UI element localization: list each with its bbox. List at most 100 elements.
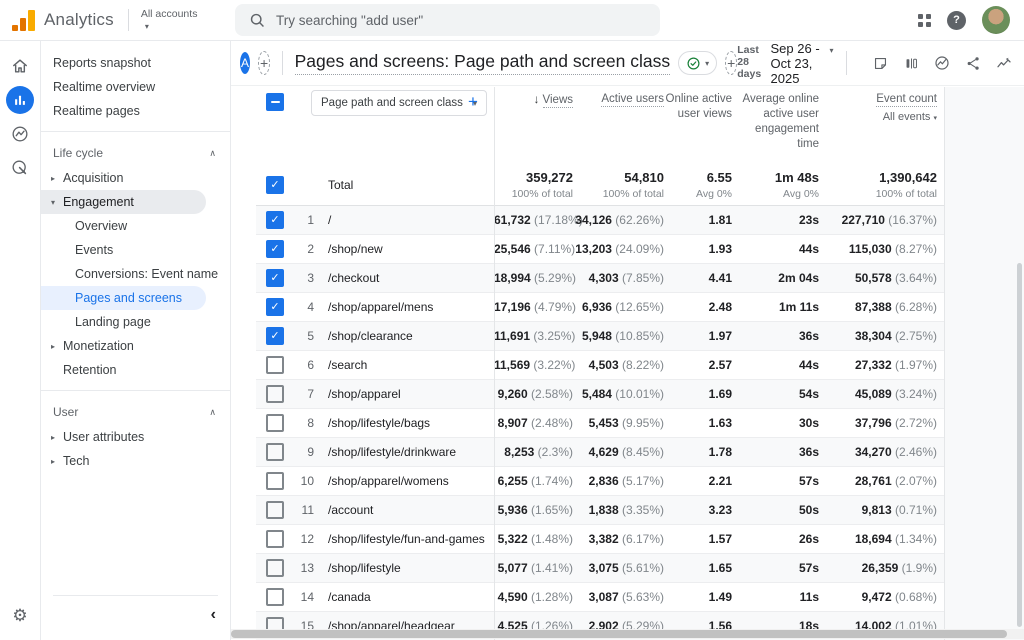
event-filter-dropdown[interactable]: All events ▾	[819, 110, 937, 126]
expand-arrow-icon[interactable]: ▸	[48, 433, 58, 442]
collapse-chevron-icon: ∧	[209, 407, 216, 418]
add-comparison-icon[interactable]: +	[725, 51, 737, 75]
table-row[interactable]: 11 /account 5,936 (1.65%) 1,838 (3.35%) …	[256, 496, 944, 525]
sidebar-item-events[interactable]: Events	[41, 238, 230, 262]
row-checkbox[interactable]	[266, 588, 284, 606]
row-checkbox[interactable]	[266, 385, 284, 403]
table-row[interactable]: 9 /shop/lifestyle/drinkware 8,253 (2.3%)…	[256, 438, 944, 467]
sidebar-item-realtime-pages[interactable]: Realtime pages	[41, 99, 230, 123]
table-right-border	[944, 87, 945, 640]
table-row[interactable]: 10 /shop/apparel/womens 6,255 (1.74%) 2,…	[256, 467, 944, 496]
report-toolbar	[870, 53, 1024, 73]
analytics-logo-icon	[12, 9, 35, 31]
table-row[interactable]: 4 /shop/apparel/mens 17,196 (4.79%) 6,93…	[256, 293, 944, 322]
expand-arrow-icon[interactable]: ▸	[48, 457, 58, 466]
sidebar-item-life-cycle[interactable]: Life cycle ∧	[41, 140, 230, 166]
add-property-icon[interactable]: +	[258, 51, 270, 75]
row-checkbox[interactable]	[266, 327, 284, 345]
verified-badge[interactable]: ▾	[678, 51, 717, 75]
sidebar-item-tech[interactable]: ▸ Tech	[41, 449, 230, 473]
divider	[128, 9, 129, 31]
apps-grid-icon[interactable]	[918, 14, 931, 27]
row-checkbox[interactable]	[266, 298, 284, 316]
property-avatar[interactable]: A	[240, 52, 250, 74]
row-page-path: /shop/apparel/womens	[314, 474, 494, 488]
sidebar-item-monetization[interactable]: ▸ Monetization	[41, 334, 230, 358]
column-header-active-users[interactable]: Active users	[573, 92, 664, 152]
column-headers: ↓Views Active users Online active user v…	[256, 92, 944, 152]
row-checkbox[interactable]	[266, 501, 284, 519]
table-row[interactable]: 2 /shop/new 25,546 (7.11%) 13,203 (24.09…	[256, 235, 944, 264]
row-rank: 6	[292, 358, 314, 372]
share-icon[interactable]	[963, 53, 983, 73]
row-rank: 2	[292, 242, 314, 256]
table-row[interactable]: 8 /shop/lifestyle/bags 8,907 (2.48%) 5,4…	[256, 409, 944, 438]
search-icon	[249, 12, 266, 29]
expand-arrow-icon[interactable]: ▸	[48, 174, 58, 183]
sidebar-item-pages-and-screens[interactable]: Pages and screens	[41, 286, 206, 310]
row-checkbox[interactable]	[266, 211, 284, 229]
row-rank: 7	[292, 387, 314, 401]
reports-icon[interactable]	[0, 83, 40, 117]
row-checkbox[interactable]	[266, 240, 284, 258]
totals-label: Total	[314, 178, 494, 192]
sidebar-item-overview[interactable]: Overview	[41, 214, 230, 238]
customize-report-icon[interactable]	[994, 53, 1014, 73]
notes-icon[interactable]	[870, 53, 890, 73]
column-header-avg-engagement-time[interactable]: Average online active user engagement ti…	[732, 92, 819, 152]
row-page-path: /	[314, 213, 494, 227]
collapse-sidebar-icon[interactable]: ‹	[211, 606, 216, 624]
sidebar-item-landing-page[interactable]: Landing page	[41, 310, 230, 334]
expand-arrow-icon[interactable]: ▸	[48, 342, 58, 351]
column-header-event-count[interactable]: Event count All events ▾	[819, 92, 937, 152]
sidebar-item-user-attributes[interactable]: ▸ User attributes	[41, 425, 230, 449]
sidebar-item-realtime-overview[interactable]: Realtime overview	[41, 75, 230, 99]
row-checkbox[interactable]	[266, 356, 284, 374]
row-checkbox[interactable]	[266, 530, 284, 548]
account-switcher[interactable]: All accounts ▾	[141, 9, 198, 32]
search-input[interactable]: Try searching "add user"	[235, 4, 660, 36]
home-icon[interactable]	[0, 49, 40, 83]
row-checkbox[interactable]	[266, 443, 284, 461]
sidebar-item-user[interactable]: User ∧	[41, 399, 230, 425]
horizontal-scrollbar[interactable]	[231, 630, 1007, 638]
column-header-views[interactable]: ↓Views	[494, 92, 573, 152]
sidebar-item-acquisition[interactable]: ▸ Acquisition	[41, 166, 230, 190]
row-rank: 3	[292, 271, 314, 285]
table-row[interactable]: 3 /checkout 18,994 (5.29%) 4,303 (7.85%)…	[256, 264, 944, 293]
user-avatar[interactable]	[982, 6, 1010, 34]
table-row[interactable]: 7 /shop/apparel 9,260 (2.58%) 5,484 (10.…	[256, 380, 944, 409]
sidebar-item-conversions-event-name[interactable]: Conversions: Event name	[41, 262, 230, 286]
totals-row: Total 359,272100% of total 54,810100% of…	[256, 165, 944, 206]
help-icon[interactable]: ?	[947, 11, 966, 30]
admin-gear-icon[interactable]: ⚙	[0, 606, 40, 626]
report-title[interactable]: Pages and screens: Page path and screen …	[295, 51, 671, 75]
totals-checkbox[interactable]	[266, 176, 284, 194]
sidebar-item-engagement[interactable]: ▾ Engagement	[41, 190, 206, 214]
vertical-scrollbar[interactable]	[1017, 263, 1022, 627]
sidebar-item-retention[interactable]: Retention	[41, 358, 230, 382]
row-rank: 1	[292, 213, 314, 227]
comparison-icon[interactable]	[901, 53, 921, 73]
advertising-icon[interactable]	[0, 151, 40, 185]
table-row[interactable]: 5 /shop/clearance 11,691 (3.25%) 5,948 (…	[256, 322, 944, 351]
date-range-picker[interactable]: Last 28 days Sep 26 - Oct 23, 2025 ▾	[737, 41, 833, 86]
table-row[interactable]: 13 /shop/lifestyle 5,077 (1.41%) 3,075 (…	[256, 554, 944, 583]
explore-icon[interactable]	[0, 117, 40, 151]
row-page-path: /shop/lifestyle	[314, 561, 494, 575]
row-checkbox[interactable]	[266, 414, 284, 432]
analytics-app: Analytics All accounts ▾ Try searching "…	[0, 0, 1024, 640]
top-bar: Analytics All accounts ▾ Try searching "…	[0, 0, 1024, 41]
expand-arrow-icon[interactable]: ▾	[48, 198, 58, 207]
row-checkbox[interactable]	[266, 472, 284, 490]
table-row[interactable]: 12 /shop/lifestyle/fun-and-games 5,322 (…	[256, 525, 944, 554]
row-checkbox[interactable]	[266, 269, 284, 287]
row-checkbox[interactable]	[266, 559, 284, 577]
insights-icon[interactable]	[932, 53, 952, 73]
table-row[interactable]: 1 / 61,732 (17.18%) 34,126 (62.26%) 1.81…	[256, 206, 944, 235]
table-row[interactable]: 14 /canada 4,590 (1.28%) 3,087 (5.63%) 1…	[256, 583, 944, 612]
table-row[interactable]: 6 /search 11,569 (3.22%) 4,503 (8.22%) 2…	[256, 351, 944, 380]
sidebar-item-reports-snapshot[interactable]: Reports snapshot	[41, 51, 230, 75]
column-header-online-active-user-views[interactable]: Online active user views	[664, 92, 732, 152]
chevron-down-icon: ▾	[933, 115, 937, 122]
